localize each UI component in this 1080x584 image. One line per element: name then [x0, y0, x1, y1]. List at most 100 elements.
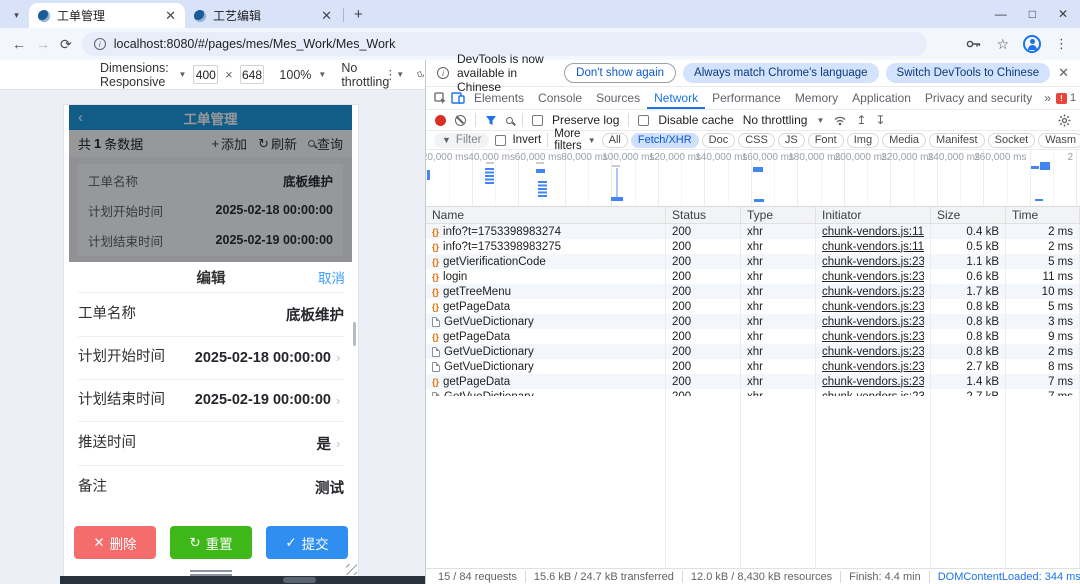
network-throttling-select[interactable]: No throttling — [743, 113, 808, 127]
add-button[interactable]: + 添加 — [211, 134, 247, 153]
viewport-resize-grip[interactable] — [346, 564, 357, 575]
infobar-action-switch-devtools-to-chinese[interactable]: Switch DevTools to Chinese — [885, 63, 1051, 83]
network-request-row[interactable]: {} info?t=1753398983274 200 xhr chunk-vendor… — [426, 224, 1080, 239]
new-tab-button[interactable]: + — [354, 6, 363, 23]
tab-close-icon[interactable]: ✕ — [165, 8, 176, 24]
form-field-row[interactable]: 推送时间 是 › — [78, 421, 344, 465]
disable-cache-checkbox[interactable] — [638, 114, 650, 126]
reload-icon[interactable]: ⟳ — [60, 36, 72, 53]
viewport-width-input[interactable]: 400 — [193, 65, 219, 84]
request-initiator-link[interactable]: chunk-vendors.js:23954 — [822, 316, 924, 328]
app-scrollbar[interactable] — [353, 322, 356, 346]
request-initiator-link[interactable]: chunk-vendors.js:23954 — [822, 301, 924, 313]
network-request-row[interactable]: {}login 200xhr chunk-vendors.js:23954 0.6 k… — [426, 269, 1080, 284]
infobar-action-don-t-show-again[interactable]: Don't show again — [564, 63, 677, 83]
request-initiator-link[interactable]: chunk-vendors.js:23954 — [822, 256, 924, 268]
filter-pill-manifest[interactable]: Manifest — [929, 132, 985, 148]
filter-pill-font[interactable]: Font — [807, 132, 844, 148]
profile-avatar-icon[interactable] — [1023, 35, 1041, 53]
devtools-tab-elements[interactable]: Elements — [467, 87, 531, 109]
tab-close-icon[interactable]: ✕ — [321, 8, 332, 24]
cancel-button[interactable]: 取消 — [318, 267, 345, 287]
delete-button[interactable]: ✕ 删除 — [74, 526, 156, 559]
devtools-tab-memory[interactable]: Memory — [788, 87, 845, 109]
work-order-card[interactable]: 工单名称 底板维护 计划开始时间 2025-02-18 00:00:00 计划结束时间 2… — [78, 164, 343, 256]
more-filters-button[interactable]: More filters — [554, 128, 581, 152]
site-info-icon[interactable]: i — [93, 38, 106, 50]
form-field-row[interactable]: 计划开始时间 2025-02-18 00:00:00 › — [78, 336, 344, 379]
inspect-element-icon[interactable] — [431, 91, 449, 105]
browser-tab-active[interactable]: 工单管理 ✕ — [29, 3, 185, 28]
rotate-device-icon[interactable] — [417, 68, 425, 82]
forward-icon[interactable]: → — [36, 36, 50, 52]
column-header-size[interactable]: Size — [931, 207, 1006, 223]
devtools-tab-network[interactable]: Network — [647, 87, 705, 109]
search-icon[interactable] — [506, 116, 513, 124]
filter-toggle-icon[interactable] — [485, 115, 497, 126]
form-field-row[interactable]: 工单名称 底板维护 — [78, 292, 344, 336]
bookmark-star-icon[interactable]: ☆ — [996, 36, 1009, 53]
device-toolbar-menu-icon[interactable]: ⋮ — [384, 67, 397, 83]
invert-checkbox[interactable] — [495, 134, 507, 146]
request-initiator-link[interactable]: chunk-vendors.js:23954 — [822, 271, 924, 283]
infobar-action-always-match-chrome-s-language[interactable]: Always match Chrome's language — [683, 63, 879, 83]
column-header-status[interactable]: Status — [666, 207, 741, 223]
filter-pill-socket[interactable]: Socket — [987, 132, 1036, 148]
window-close-button[interactable]: ✕ — [1058, 7, 1068, 21]
filter-pill-all[interactable]: All — [601, 132, 628, 148]
filter-pill-media[interactable]: Media — [882, 132, 927, 148]
import-har-icon[interactable]: ↥ — [856, 113, 866, 127]
filter-pill-fetch-xhr[interactable]: Fetch/XHR — [630, 132, 699, 148]
network-request-row[interactable]: {}getPageData 200xhr chunk-vendors.js:2395… — [426, 329, 1080, 344]
network-settings-gear-icon[interactable] — [1058, 114, 1071, 127]
network-request-row[interactable]: {}getPageData 200xhr chunk-vendors.js:2395… — [426, 299, 1080, 314]
network-request-row[interactable]: {} info?t=1753398983275 200 xhr chunk-vendor… — [426, 239, 1080, 254]
tab-search-button[interactable]: ▾ — [8, 7, 25, 24]
browser-tab-inactive[interactable]: 工艺编辑 ✕ — [185, 3, 341, 28]
filter-pill-img[interactable]: Img — [846, 132, 880, 148]
network-request-row[interactable]: GetVueDictionary 200xhr chunk-vendors.js:2… — [426, 344, 1080, 359]
viewport-height-input[interactable]: 648 — [239, 65, 265, 84]
device-toolbar-toggle-icon[interactable] — [449, 92, 467, 104]
devtools-tab-application[interactable]: Application — [845, 87, 918, 109]
network-request-row[interactable]: GetVueDictionary 200xhr chunk-vendors.js:2… — [426, 314, 1080, 329]
request-initiator-link[interactable]: chunk-vendors.js:11858 — [822, 241, 924, 253]
filter-pill-css[interactable]: CSS — [738, 132, 775, 148]
error-badge[interactable]: ! 1 — [1055, 92, 1076, 104]
browser-menu-icon[interactable]: ⋮ — [1055, 36, 1068, 52]
horizontal-scrollbar-thumb[interactable] — [283, 577, 316, 583]
devtools-tab-privacy-and-security[interactable]: Privacy and security — [918, 87, 1039, 109]
network-conditions-icon[interactable] — [833, 115, 847, 126]
clear-button[interactable] — [455, 114, 466, 126]
column-header-time[interactable]: Time — [1006, 207, 1080, 223]
preserve-log-checkbox[interactable] — [532, 114, 543, 126]
devtools-tab-console[interactable]: Console — [531, 87, 589, 109]
devtools-tab-performance[interactable]: Performance — [705, 87, 788, 109]
refresh-button[interactable]: ↻ 刷新 — [258, 134, 297, 153]
network-request-row[interactable]: {} getVierificationCode 200 xhr chunk-vendor… — [426, 254, 1080, 269]
zoom-select[interactable]: 100% — [279, 68, 311, 82]
dimensions-select[interactable]: Dimensions: Responsive — [100, 61, 171, 89]
network-request-row[interactable]: {}getPageData 200xhr chunk-vendors.js:2395… — [426, 374, 1080, 389]
password-key-icon[interactable] — [966, 39, 982, 49]
throttling-select[interactable]: No throttling — [341, 61, 389, 89]
filter-input[interactable]: ▼ Filter — [434, 132, 490, 148]
infobar-close-icon[interactable]: ✕ — [1058, 65, 1069, 81]
more-tabs-icon[interactable]: » — [1039, 91, 1056, 105]
network-request-row[interactable]: GetVueDictionary 200xhr chunk-vendors.js:2… — [426, 359, 1080, 374]
maximize-button[interactable]: □ — [1029, 7, 1036, 21]
request-initiator-link[interactable]: chunk-vendors.js:23954 — [822, 331, 924, 343]
filter-pill-wasm[interactable]: Wasm — [1038, 132, 1080, 148]
reset-button[interactable]: ↻ 重置 — [170, 526, 252, 559]
request-initiator-link[interactable]: chunk-vendors.js:23954 — [822, 376, 924, 388]
column-header-type[interactable]: Type — [741, 207, 816, 223]
export-har-icon[interactable]: ↧ — [875, 113, 885, 127]
column-header-name[interactable]: Name — [426, 207, 666, 223]
request-initiator-link[interactable]: chunk-vendors.js:23954 — [822, 286, 924, 298]
submit-button[interactable]: ✓ 提交 — [266, 526, 348, 559]
request-initiator-link[interactable]: chunk-vendors.js:23954 — [822, 346, 924, 358]
filter-pill-js[interactable]: JS — [777, 132, 805, 148]
column-header-initiator[interactable]: Initiator — [816, 207, 931, 223]
filter-pill-doc[interactable]: Doc — [701, 132, 736, 148]
request-initiator-link[interactable]: chunk-vendors.js:23954 — [822, 361, 924, 373]
